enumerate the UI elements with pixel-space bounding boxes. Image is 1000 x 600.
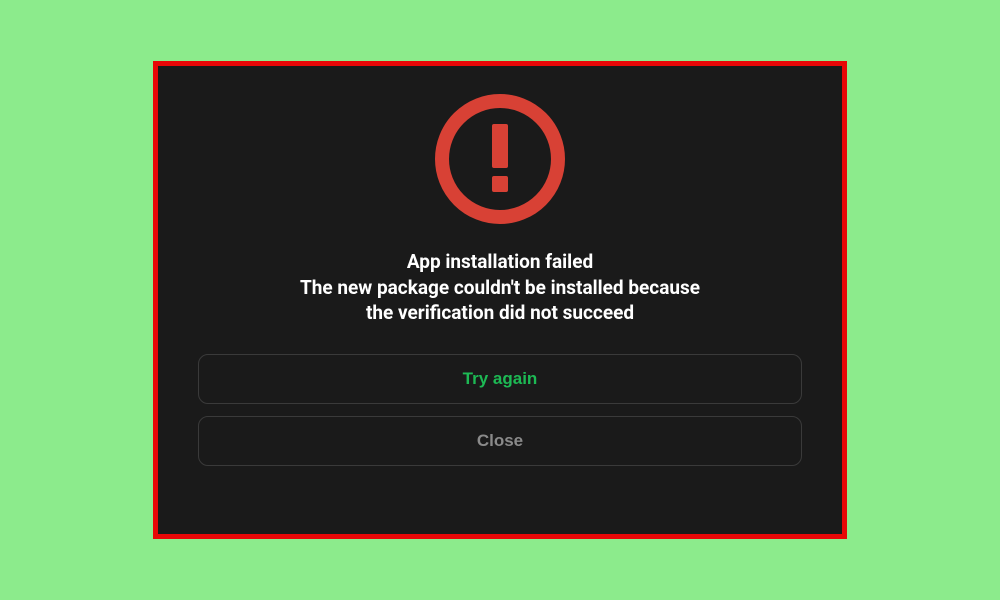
button-group: Try again Close [198, 354, 802, 466]
error-title: App installation failed [300, 249, 700, 275]
alert-exclamation-icon [430, 89, 570, 229]
error-body-line-1: The new package couldn't be installed be… [300, 275, 700, 301]
error-dialog: App installation failed The new package … [153, 61, 847, 539]
try-again-button[interactable]: Try again [198, 354, 802, 404]
error-message: App installation failed The new package … [300, 249, 700, 326]
error-body-line-2: the verification did not succeed [300, 300, 700, 326]
close-button[interactable]: Close [198, 416, 802, 466]
